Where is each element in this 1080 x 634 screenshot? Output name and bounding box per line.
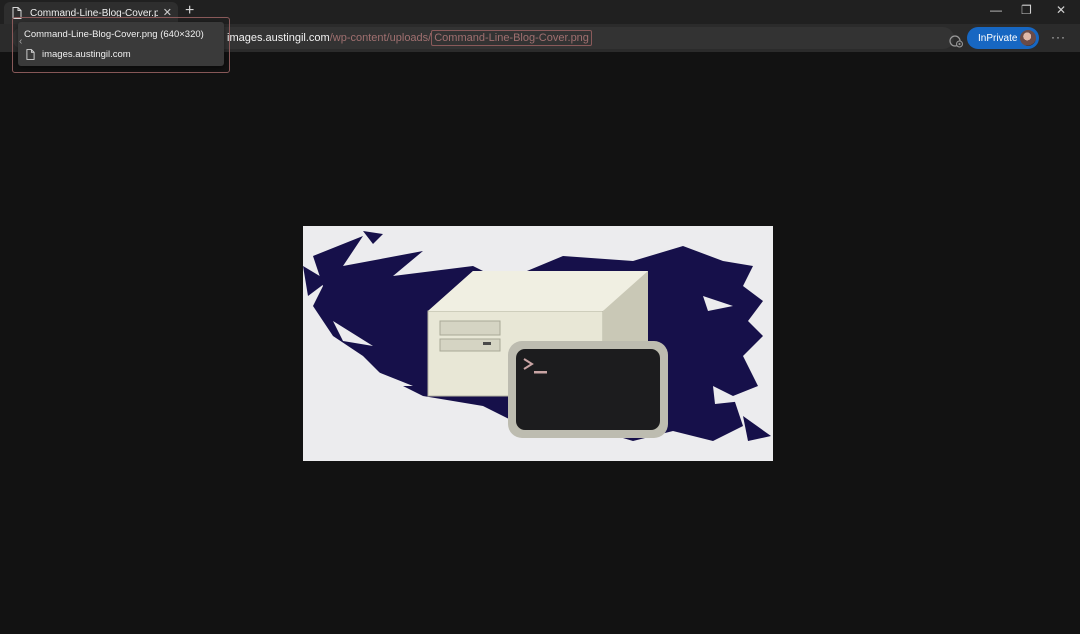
chevron-left-icon: ‹ bbox=[19, 36, 23, 47]
inprivate-label: InPrivate bbox=[978, 32, 1018, 44]
url-host: images.austingil.com bbox=[227, 32, 330, 44]
tab-hover-card-highlight: ‹ Command-Line-Blog-Cover.png (640×320) … bbox=[12, 17, 230, 73]
inprivate-button[interactable]: InPrivate bbox=[967, 27, 1039, 49]
tracking-prevention-icon[interactable] bbox=[948, 34, 964, 48]
command-line-cover-image bbox=[303, 231, 771, 441]
terminal-icon bbox=[508, 341, 668, 438]
avatar bbox=[1020, 30, 1036, 46]
document-icon bbox=[26, 49, 35, 60]
url-file: Command-Line-Blog-Cover.png bbox=[431, 30, 592, 46]
hover-card-host: images.austingil.com bbox=[42, 49, 131, 60]
image-viewer[interactable] bbox=[303, 226, 773, 461]
hover-card-title: Command-Line-Blog-Cover.png (640×320) bbox=[24, 29, 204, 40]
minimize-button[interactable]: — bbox=[990, 3, 1002, 17]
url-text[interactable]: images.austingil.com/wp-content/uploads/… bbox=[227, 30, 592, 46]
close-window-button[interactable]: ✕ bbox=[1056, 3, 1066, 17]
restore-button[interactable]: ❐ bbox=[1021, 3, 1032, 17]
url-path: /wp-content/uploads/ bbox=[329, 32, 432, 44]
tab-hover-card: ‹ Command-Line-Blog-Cover.png (640×320) … bbox=[18, 22, 224, 66]
more-options-button[interactable]: ··· bbox=[1051, 30, 1066, 44]
